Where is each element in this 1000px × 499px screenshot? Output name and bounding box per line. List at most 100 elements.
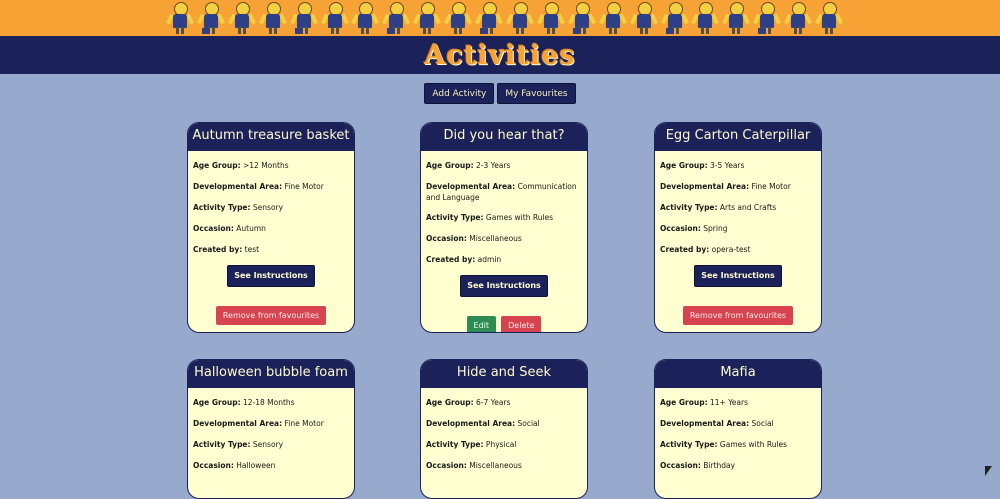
dev-label: Developmental Area: [193,182,283,191]
see-instructions-button[interactable]: See Instructions [460,275,548,297]
add-activity-button[interactable]: Add Activity [424,83,495,104]
banner-figure-icon [382,0,411,34]
type-value: Games with Rules [485,213,554,222]
card-title: Hide and Seek [421,360,587,388]
activity-card: Did you hear that? Age Group: 2-3 Years … [420,122,588,333]
banner-figure-icon [629,0,658,34]
type-label: Activity Type: [660,203,718,212]
activity-card: Halloween bubble foam Age Group: 12-18 M… [187,359,355,499]
age-label: Age Group: [660,398,708,407]
type-label: Activity Type: [426,213,484,222]
age-value: 12-18 Months [242,398,295,407]
created-value: test [244,245,260,254]
dev-label: Developmental Area: [660,182,750,191]
dev-value: Social [517,419,540,428]
card-title: Autumn treasure basket [188,123,354,151]
occasion-label: Occasion: [426,461,467,470]
occasion-value: Miscellaneous [469,461,522,470]
my-favourites-button[interactable]: My Favourites [497,83,576,104]
banner-figure-icon [196,0,225,34]
type-value: Games with Rules [719,440,788,449]
banner-figure-icon [413,0,442,34]
dev-label: Developmental Area: [426,182,516,191]
age-value: 3-5 Years [709,161,745,170]
dev-value: Fine Motor [284,182,324,191]
type-value: Physical [485,440,517,449]
age-label: Age Group: [660,161,708,170]
banner-figure-icon [506,0,534,34]
banner-figure-icon [536,0,565,34]
card-title: Mafia [655,360,821,388]
age-value: 6-7 Years [475,398,511,407]
dev-value: Fine Motor [284,419,324,428]
created-value: admin [477,255,502,264]
banner-figure-icon [166,0,194,34]
type-label: Activity Type: [193,440,251,449]
occasion-label: Occasion: [660,224,701,233]
type-label: Activity Type: [660,440,718,449]
card-title: Halloween bubble foam [188,360,354,388]
banner-figure-icon [784,0,813,34]
remove-favourite-button[interactable]: Remove from favourites [682,306,794,325]
age-label: Age Group: [426,398,474,407]
banner-figure-icon [722,0,751,34]
banner-figure-icon [289,0,318,34]
banner-figure-icon [691,0,720,34]
header-banner [0,0,1000,36]
banner-figure-icon [351,0,380,34]
age-value: 11+ Years [709,398,748,407]
banner-figure-icon [475,0,504,34]
occasion-label: Occasion: [426,234,467,243]
dev-label: Developmental Area: [426,419,516,428]
banner-figure-icon [815,0,844,34]
dev-label: Developmental Area: [193,419,283,428]
occasion-value: Spring [703,224,728,233]
activity-card: Egg Carton Caterpillar Age Group: 3-5 Ye… [654,122,822,333]
occasion-value: Birthday [703,461,736,470]
occasion-label: Occasion: [660,461,701,470]
type-value: Arts and Crafts [719,203,777,212]
age-value: 2-3 Years [475,161,511,170]
banner-figure-icon [320,0,349,34]
dev-label: Developmental Area: [660,419,750,428]
created-label: Created by: [193,245,243,254]
dev-value: Social [751,419,774,428]
occasion-value: Miscellaneous [469,234,522,243]
mouse-cursor-icon [985,466,992,476]
type-value: Sensory [252,203,284,212]
banner-figure-icon [598,0,627,34]
dev-value: Fine Motor [751,182,791,191]
banner-figure-icon [227,0,256,34]
occasion-value: Halloween [236,461,276,470]
see-instructions-button[interactable]: See Instructions [227,265,315,287]
activity-card: Autumn treasure basket Age Group: >12 Mo… [187,122,355,333]
age-label: Age Group: [426,161,474,170]
remove-favourite-button[interactable]: Remove from favourites [215,306,327,325]
occasion-label: Occasion: [193,461,234,470]
card-title: Egg Carton Caterpillar [655,123,821,151]
activity-card: Hide and Seek Age Group: 6-7 Years Devel… [420,359,588,499]
banner-figure-icon [567,0,596,34]
created-label: Created by: [660,245,710,254]
page-title: Activities [424,39,576,71]
banner-figure-icon [660,0,689,34]
created-value: opera-test [711,245,751,254]
created-label: Created by: [426,255,476,264]
age-value: >12 Months [242,161,289,170]
card-title: Did you hear that? [421,123,587,151]
type-label: Activity Type: [193,203,251,212]
banner-figure-icon [444,0,473,34]
banner-figure-icon [258,0,287,34]
action-bar: Add Activity My Favourites [0,83,1000,104]
banner-figure-icon [753,0,782,34]
activity-card: Mafia Age Group: 11+ Years Developmental… [654,359,822,499]
age-label: Age Group: [193,161,241,170]
occasion-label: Occasion: [193,224,234,233]
type-value: Sensory [252,440,284,449]
see-instructions-button[interactable]: See Instructions [694,265,782,287]
title-bar: Activities [0,36,1000,74]
type-label: Activity Type: [426,440,484,449]
edit-button[interactable]: Edit [466,316,497,332]
age-label: Age Group: [193,398,241,407]
delete-button[interactable]: Delete [501,316,542,332]
